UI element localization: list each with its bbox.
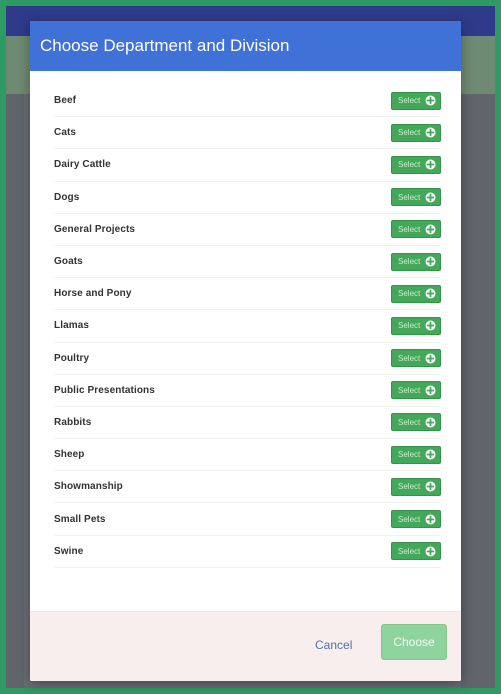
department-row-beef: Beef Select (54, 85, 441, 118)
select-button-goats[interactable]: Select (391, 252, 441, 271)
department-label: Cats (54, 127, 77, 139)
select-button-llamas[interactable]: Select (391, 316, 441, 335)
select-button-label: Select (398, 96, 421, 106)
select-button-label: Select (398, 160, 421, 170)
department-label: Llamas (54, 320, 90, 332)
department-label: Horse and Pony (54, 288, 132, 300)
select-button-beef[interactable]: Select (391, 91, 441, 110)
department-label: Small Pets (54, 513, 106, 525)
select-button-rabbits[interactable]: Select (391, 413, 441, 432)
select-button-dogs[interactable]: Select (391, 188, 441, 207)
plus-circle-icon (425, 95, 436, 106)
department-label: Showmanship (54, 481, 123, 493)
department-label: Swine (54, 545, 84, 557)
department-list: Beef Select Cats Select Dairy Cattle Sel… (30, 71, 461, 601)
department-row-rabbits: Rabbits Select (54, 407, 441, 440)
plus-circle-icon (425, 353, 436, 364)
plus-circle-icon (425, 159, 436, 170)
select-button-small-pets[interactable]: Select (391, 510, 441, 529)
modal-title: Choose Department and Division (40, 36, 290, 55)
select-button-label: Select (398, 224, 421, 234)
select-button-label: Select (398, 192, 421, 202)
department-label: Dairy Cattle (54, 159, 111, 171)
department-label: Goats (54, 256, 83, 268)
select-button-general-projects[interactable]: Select (391, 220, 441, 239)
department-row-dogs: Dogs Select (54, 182, 441, 214)
background-right-panel (461, 94, 495, 688)
department-row-sheep: Sheep Select (54, 439, 441, 472)
department-label: Dogs (54, 191, 80, 203)
select-button-label: Select (398, 353, 421, 363)
select-button-label: Select (398, 482, 421, 492)
select-button-dairy-cattle[interactable]: Select (391, 155, 441, 174)
department-label: Public Presentations (54, 384, 155, 396)
choose-button[interactable]: Choose (381, 624, 447, 660)
department-row-showmanship: Showmanship Select (54, 471, 441, 504)
select-button-label: Select (398, 417, 421, 427)
select-button-poultry[interactable]: Select (391, 349, 441, 368)
select-button-label: Select (398, 289, 421, 299)
plus-circle-icon (425, 385, 436, 396)
department-row-dairy-cattle: Dairy Cattle Select (54, 149, 441, 182)
select-button-label: Select (398, 450, 421, 460)
department-row-goats: Goats Select (54, 246, 441, 279)
select-button-label: Select (398, 385, 421, 395)
department-label: Beef (54, 95, 77, 107)
department-label: Sheep (54, 449, 85, 461)
select-button-label: Select (398, 128, 421, 138)
select-button-label: Select (398, 546, 421, 556)
department-label: General Projects (54, 223, 136, 235)
department-label: Rabbits (54, 416, 92, 428)
plus-circle-icon (425, 288, 436, 299)
select-button-label: Select (398, 514, 421, 524)
plus-circle-icon (425, 127, 436, 138)
department-row-swine: Swine Select (54, 536, 441, 568)
select-button-cats[interactable]: Select (391, 123, 441, 142)
plus-circle-icon (425, 417, 436, 428)
department-label: Poultry (54, 352, 90, 364)
select-button-label: Select (398, 321, 421, 331)
department-row-public-presentations: Public Presentations Select (54, 375, 441, 407)
department-row-general-projects: General Projects Select (54, 214, 441, 246)
modal-header: Choose Department and Division (30, 21, 461, 71)
select-button-public-presentations[interactable]: Select (391, 381, 441, 400)
select-button-horse-and-pony[interactable]: Select (391, 284, 441, 303)
department-row-horse-and-pony: Horse and Pony Select (54, 278, 441, 311)
plus-circle-icon (425, 481, 436, 492)
modal-footer: Cancel Choose (30, 611, 461, 681)
background-left-panel (6, 94, 24, 688)
plus-circle-icon (425, 546, 436, 557)
plus-circle-icon (425, 192, 436, 203)
department-division-modal: Choose Department and Division Beef Sele… (30, 21, 461, 681)
department-row-poultry: Poultry Select (54, 343, 441, 375)
select-button-label: Select (398, 257, 421, 267)
plus-circle-icon (425, 449, 436, 460)
select-button-showmanship[interactable]: Select (391, 477, 441, 496)
select-button-swine[interactable]: Select (391, 542, 441, 561)
select-button-sheep[interactable]: Select (391, 445, 441, 464)
department-row-small-pets: Small Pets Select (54, 503, 441, 536)
cancel-button[interactable]: Cancel (315, 638, 352, 652)
plus-circle-icon (425, 256, 436, 267)
department-row-llamas: Llamas Select (54, 310, 441, 343)
department-row-cats: Cats Select (54, 117, 441, 150)
plus-circle-icon (425, 320, 436, 331)
plus-circle-icon (425, 224, 436, 235)
plus-circle-icon (425, 514, 436, 525)
